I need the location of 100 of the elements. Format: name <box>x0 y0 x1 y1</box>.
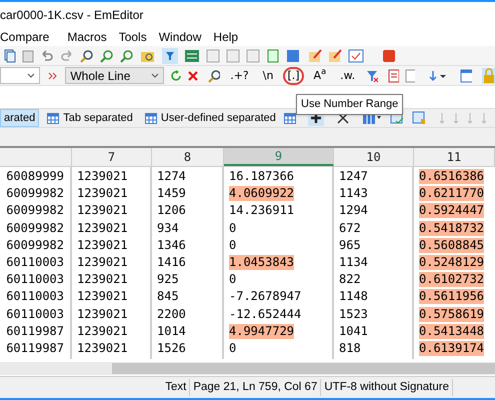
toolbar-button[interactable]: A$^{a}$ <box>310 66 330 84</box>
down-arrow-icon[interactable] <box>429 70 446 82</box>
document-icon[interactable] <box>404 68 416 82</box>
table-cell: 60119987 <box>6 340 64 356</box>
csv-mode-tab[interactable]: User-defined separated <box>140 109 280 127</box>
table-cell: 0.5418732 <box>419 220 484 236</box>
scrollbar-thumb[interactable] <box>112 363 495 374</box>
table-cell: 0 <box>229 340 236 356</box>
filter-icon[interactable] <box>162 48 178 64</box>
grid-icon <box>284 112 296 124</box>
table-cell: 0.5248129 <box>419 255 484 270</box>
table-cell: 0.6516386 <box>419 169 484 184</box>
table-cell: 60099982 <box>6 186 64 202</box>
table-cell: -7.2678947 <box>229 289 302 304</box>
table-cell: 0.6102732 <box>419 272 484 288</box>
table-cell: 60119987 <box>6 324 64 339</box>
table-cell: 818 <box>339 340 361 356</box>
table-cell: 60110003 <box>6 272 64 288</box>
checklist-icon[interactable] <box>348 48 364 62</box>
table-cell: 1523 <box>339 306 368 322</box>
status-field: UTF-8 without Signature <box>321 378 453 396</box>
table-cell: 0.5413448 <box>419 324 484 339</box>
table-cell: 60110003 <box>6 255 64 270</box>
document-icon[interactable] <box>206 48 220 62</box>
grid-icon <box>47 112 60 124</box>
edit-icon[interactable] <box>328 48 342 62</box>
csv-mode-tab[interactable]: Tab separated <box>43 109 137 127</box>
table-cell: 934 <box>157 220 179 236</box>
table-cell: 1526 <box>157 340 186 356</box>
table-cell: 1459 <box>157 186 186 202</box>
table-cell: 1274 <box>157 169 186 184</box>
menu-item[interactable]: Window <box>152 28 208 46</box>
table-cell: 1239021 <box>77 238 128 253</box>
menu-item[interactable]: Macros <box>61 28 113 46</box>
table-cell: 4.9947729 <box>229 324 294 339</box>
table-cell: 1239021 <box>77 255 128 270</box>
document-icon[interactable] <box>388 68 399 82</box>
grid-icon <box>144 112 157 124</box>
search-icon[interactable] <box>208 68 220 82</box>
window-title: car0000-1K.csv - EmEditor <box>0 7 144 24</box>
list-icon[interactable] <box>184 48 200 62</box>
table-cell: 0.5611956 <box>419 289 484 304</box>
table-cell: 1239021 <box>77 306 128 322</box>
scope-dropdown[interactable]: Whole Line <box>65 67 164 84</box>
toolbar-button[interactable]: .+? <box>226 66 253 84</box>
status-field: Page 21, Ln 759, Col 67 <box>190 378 322 396</box>
table-cell: 0.5608845 <box>419 238 484 253</box>
search-icon[interactable] <box>80 48 94 62</box>
table-cell: 60089999 <box>6 169 64 184</box>
filter-clear-icon[interactable] <box>365 68 378 82</box>
table-cell: 1239021 <box>77 169 128 184</box>
stop-icon[interactable] <box>382 48 396 62</box>
edit-icon[interactable] <box>308 48 322 62</box>
column-header[interactable]: 10 <box>334 148 414 166</box>
window-icon[interactable] <box>460 68 472 82</box>
table-cell: 60099982 <box>6 203 64 218</box>
table-cell: 1416 <box>157 255 186 270</box>
table-cell: 1041 <box>339 324 368 339</box>
table-cell: 4.0609922 <box>229 186 294 202</box>
table-cell: 60099982 <box>6 220 64 236</box>
search-icon[interactable] <box>120 48 134 62</box>
search-icon[interactable] <box>100 48 114 62</box>
copy-icon[interactable] <box>4 48 16 62</box>
column-header[interactable]: 7 <box>72 148 152 166</box>
table-cell: 0.5758619 <box>419 306 484 322</box>
toolbar-button[interactable]: \n <box>258 66 278 84</box>
table-edit-icon[interactable] <box>412 111 426 125</box>
table-cell: 1134 <box>339 255 368 270</box>
table-cell: 1.0453843 <box>229 255 294 270</box>
table-cell: 14.236911 <box>229 203 294 218</box>
undo-icon[interactable] <box>40 50 54 62</box>
menu-item[interactable]: Help <box>207 28 244 46</box>
table-cell: 965 <box>339 238 361 253</box>
menu-item[interactable]: Compare <box>0 28 62 46</box>
search-field[interactable] <box>0 67 40 84</box>
table-cell: 822 <box>339 272 361 288</box>
chevron-icon[interactable] <box>48 70 58 80</box>
table-cell: 1239021 <box>77 272 128 288</box>
table-cell: 0 <box>229 238 236 253</box>
csv-mode-tab[interactable]: arated <box>0 109 40 127</box>
caret-icon <box>27 72 36 78</box>
status-field: Text <box>162 378 190 396</box>
column-header[interactable]: 11 <box>414 148 495 166</box>
table-cell: 925 <box>157 272 179 288</box>
table-cell: 1294 <box>339 203 368 218</box>
refresh-icon[interactable] <box>170 70 181 82</box>
document-icon[interactable] <box>226 48 240 62</box>
caret-icon <box>150 72 159 78</box>
table-cell: 845 <box>157 289 179 304</box>
table-cell: 1239021 <box>77 186 128 202</box>
document-icon[interactable] <box>246 48 260 62</box>
toolbar-button[interactable]: .w. <box>336 66 360 84</box>
table-cell: 60110003 <box>6 306 64 322</box>
close-icon[interactable] <box>186 70 198 82</box>
table-cell: 60110003 <box>6 289 64 304</box>
redo-icon[interactable] <box>60 50 74 62</box>
table-cell: 1239021 <box>77 289 128 304</box>
table-cell: 1247 <box>339 169 368 184</box>
menu-item[interactable]: Tools <box>112 28 153 46</box>
tooltip: Use Number Range <box>296 94 404 114</box>
